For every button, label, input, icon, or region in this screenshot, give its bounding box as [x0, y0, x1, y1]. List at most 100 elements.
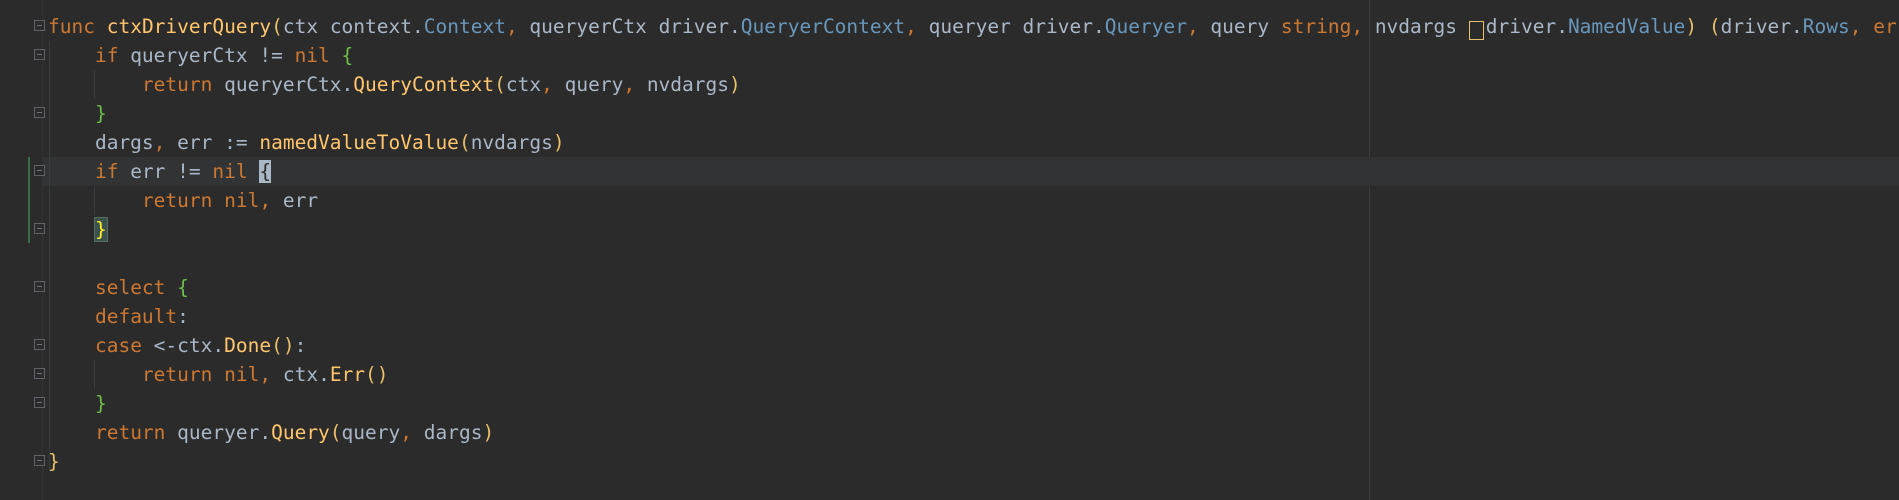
code-token: driver	[1485, 15, 1557, 38]
fold-marker-icon[interactable]	[34, 281, 45, 292]
code-token: ctxDriverQuery	[106, 15, 272, 38]
code-token: ctx	[505, 73, 542, 96]
code-token: QueryerContext	[740, 15, 906, 38]
code-token: if	[94, 44, 119, 67]
code-token: dargs	[48, 131, 154, 154]
code-token: (	[458, 131, 471, 154]
code-token: ,	[1849, 15, 1874, 38]
code-token: ctx.	[282, 363, 330, 386]
fold-marker-icon[interactable]	[34, 20, 45, 31]
code-token: if	[94, 160, 119, 183]
code-token: Done	[224, 334, 272, 357]
code-token: nvdargs	[646, 73, 729, 96]
code-token: }	[48, 450, 60, 473]
code-token: ,	[400, 421, 424, 444]
code-token: ,	[1351, 15, 1375, 38]
code-token: query	[1210, 15, 1281, 38]
code-token: :	[294, 334, 307, 357]
editor-gutter	[0, 0, 43, 500]
code-token: .	[1791, 15, 1803, 38]
code-line[interactable]: }	[48, 447, 1899, 476]
code-line[interactable]	[48, 244, 1899, 273]
code-token: Context	[423, 15, 506, 38]
code-token: err	[282, 189, 319, 212]
code-token: QueryContext	[353, 73, 495, 96]
code-token: Err	[329, 363, 366, 386]
code-line[interactable]: default:	[48, 302, 1899, 331]
code-token: )	[1685, 15, 1698, 38]
code-token: context	[329, 15, 412, 38]
code-token: .	[1556, 15, 1568, 38]
code-token: func	[48, 15, 95, 38]
vcs-change-marker	[28, 157, 30, 243]
code-editor[interactable]: func ctxDriverQuery(ctx context.Context,…	[0, 0, 1899, 500]
code-token: Rows	[1802, 15, 1850, 38]
code-token: nil	[212, 160, 248, 183]
code-token: ,	[905, 15, 929, 38]
fold-marker-icon[interactable]	[34, 397, 45, 408]
code-line[interactable]: func ctxDriverQuery(ctx context. Context,…	[48, 12, 1899, 41]
code-token: queryerCtx	[529, 15, 659, 38]
code-line[interactable]: case <-ctx.Done():	[48, 331, 1899, 360]
code-token: query	[341, 421, 401, 444]
code-token: )	[552, 131, 565, 154]
code-token: err :=	[177, 131, 260, 154]
slice-brackets-token: []	[1468, 21, 1484, 40]
code-line[interactable]: }	[48, 215, 1899, 244]
fold-marker-icon[interactable]	[34, 49, 45, 60]
code-token: {	[177, 276, 189, 299]
code-token: ()	[271, 334, 295, 357]
code-line[interactable]: return queryerCtx.QueryContext(ctx, quer…	[48, 70, 1899, 99]
code-token: driver	[658, 15, 730, 38]
code-token: (	[329, 421, 342, 444]
code-line[interactable]: return queryer.Query(query, dargs)	[48, 418, 1899, 447]
code-token: nvdargs	[1374, 15, 1469, 38]
code-line[interactable]: return nil, err	[48, 186, 1899, 215]
code-token: ()	[365, 363, 389, 386]
code-line[interactable]: if err != nil {	[48, 157, 1899, 186]
code-token: ,	[623, 73, 647, 96]
code-token: ,	[259, 189, 283, 212]
code-token: ctx	[282, 15, 330, 38]
fold-marker-icon[interactable]	[34, 107, 45, 118]
code-token: driver	[1720, 15, 1792, 38]
fold-marker-icon[interactable]	[34, 339, 45, 350]
code-token: ,	[541, 73, 565, 96]
code-area[interactable]: func ctxDriverQuery(ctx context.Context,…	[48, 12, 1899, 476]
code-line[interactable]: }	[48, 99, 1899, 128]
code-token: (	[271, 15, 283, 38]
code-token: }	[94, 392, 107, 415]
fold-marker-icon[interactable]	[34, 165, 45, 176]
code-token: {	[259, 160, 272, 183]
code-line[interactable]: return nil, ctx.Err()	[48, 360, 1899, 389]
code-token: nil	[224, 189, 260, 212]
code-token: error	[1873, 15, 1899, 38]
code-line[interactable]: if queryerCtx != nil {	[48, 41, 1899, 70]
code-token: queryerCtx.	[212, 73, 354, 96]
fold-marker-icon[interactable]	[34, 368, 45, 379]
code-token: queryer	[928, 15, 1023, 38]
code-token: queryerCtx !=	[118, 44, 295, 67]
fold-marker-icon[interactable]	[34, 223, 45, 234]
code-line[interactable]: dargs, err := namedValueToValue(nvdargs)	[48, 128, 1899, 157]
fold-marker-icon[interactable]	[34, 455, 45, 466]
code-line[interactable]: }	[48, 389, 1899, 418]
code-token: :	[177, 305, 189, 328]
code-token: ,	[505, 15, 530, 38]
code-token: ,	[259, 363, 283, 386]
code-token: {	[341, 44, 354, 67]
code-line[interactable]: select {	[48, 273, 1899, 302]
code-token: )	[482, 421, 495, 444]
